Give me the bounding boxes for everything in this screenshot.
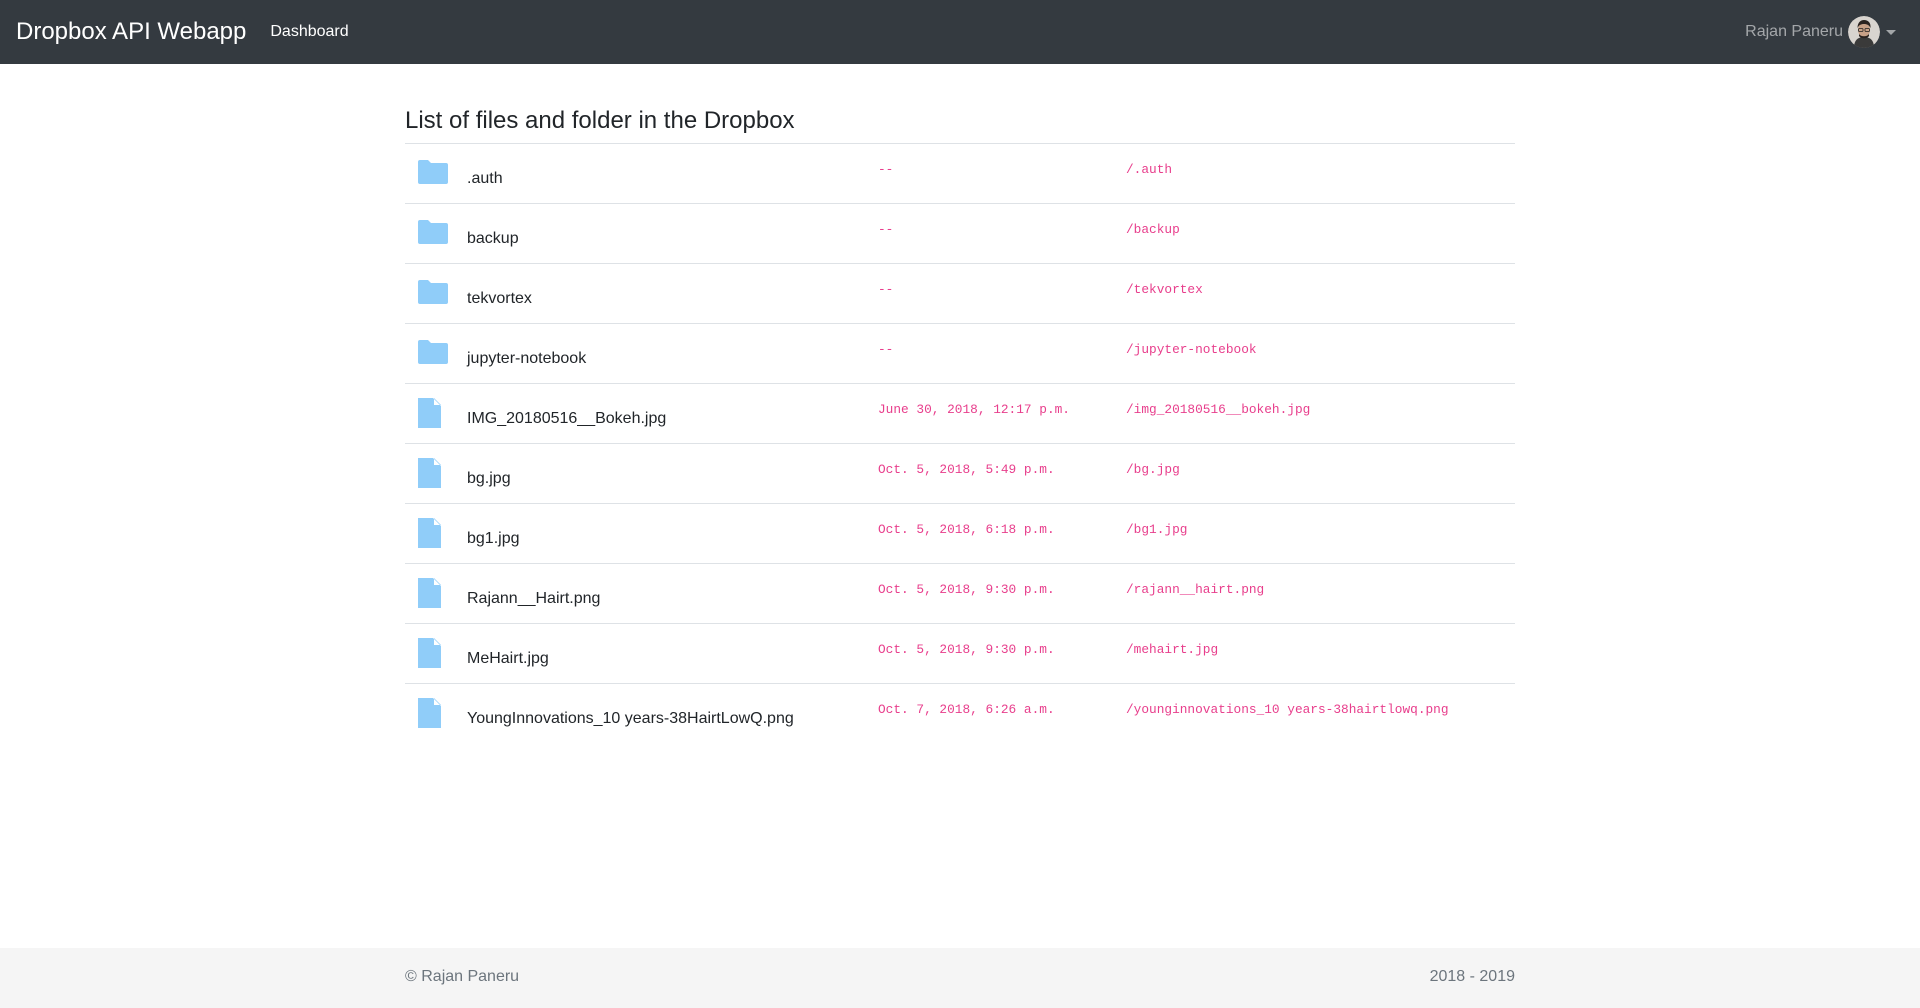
- file-path: /backup: [1126, 222, 1180, 237]
- file-path: /mehairt.jpg: [1126, 642, 1219, 657]
- table-row[interactable]: jupyter-notebook -- /jupyter-notebook: [405, 323, 1515, 384]
- file-path: /jupyter-notebook: [1126, 342, 1257, 357]
- folder-icon: [418, 340, 448, 364]
- file-modified-date: --: [878, 162, 894, 177]
- navbar: Dropbox API Webapp Dashboard Rajan Paner…: [0, 0, 1920, 64]
- file-modified-date: --: [878, 222, 894, 237]
- file-modified-date: Oct. 5, 2018, 9:30 p.m.: [878, 582, 1055, 597]
- avatar: [1848, 16, 1880, 48]
- file-icon: [418, 398, 441, 428]
- file-modified-date: --: [878, 342, 894, 357]
- main-content: List of files and folder in the Dropbox …: [405, 103, 1515, 744]
- file-modified-date: Oct. 7, 2018, 6:26 a.m.: [878, 702, 1055, 717]
- file-path: /img_20180516__bokeh.jpg: [1126, 402, 1311, 417]
- file-path: /rajann__hairt.png: [1126, 582, 1265, 597]
- file-name-cell: MeHairt.jpg: [405, 624, 878, 684]
- file-icon: [418, 518, 441, 548]
- file-name-cell: jupyter-notebook: [405, 324, 878, 384]
- file-name-cell: IMG_20180516__Bokeh.jpg: [405, 384, 878, 444]
- file-icon: [418, 638, 441, 668]
- table-row[interactable]: backup -- /backup: [405, 203, 1515, 264]
- file-name-label[interactable]: bg.jpg: [467, 470, 511, 488]
- file-path: /younginnovations_10 years-38hairtlowq.p…: [1126, 702, 1449, 717]
- file-path: /bg.jpg: [1126, 462, 1180, 477]
- file-table: .auth -- /.auth backup -- /backup tekvortex -- /…: [405, 143, 1515, 744]
- file-name-cell: Rajann__Hairt.png: [405, 564, 878, 624]
- file-modified-date: Oct. 5, 2018, 9:30 p.m.: [878, 642, 1055, 657]
- footer-copyright: © Rajan Paneru: [405, 968, 520, 985]
- file-name-cell: .auth: [405, 144, 878, 204]
- file-modified-date: Oct. 5, 2018, 5:49 p.m.: [878, 462, 1055, 477]
- folder-icon: [418, 160, 448, 184]
- file-name-label[interactable]: backup: [467, 230, 519, 248]
- file-table-body: .auth -- /.auth backup -- /backup tekvortex -- /…: [405, 143, 1515, 744]
- file-modified-date: Oct. 5, 2018, 6:18 p.m.: [878, 522, 1055, 537]
- file-name-label[interactable]: bg1.jpg: [467, 530, 520, 548]
- file-name-cell: tekvortex: [405, 264, 878, 324]
- file-modified-date: --: [878, 282, 894, 297]
- table-row[interactable]: .auth -- /.auth: [405, 143, 1515, 204]
- file-icon: [418, 458, 441, 488]
- file-name-cell: YoungInnovations_10 years-38HairtLowQ.pn…: [405, 684, 878, 744]
- file-name-label[interactable]: IMG_20180516__Bokeh.jpg: [467, 410, 666, 428]
- file-icon: [418, 698, 441, 728]
- file-name-cell: backup: [405, 204, 878, 264]
- table-row[interactable]: tekvortex -- /tekvortex: [405, 263, 1515, 324]
- footer: © Rajan Paneru 2018 - 2019: [0, 948, 1920, 1008]
- file-modified-date: June 30, 2018, 12:17 p.m.: [878, 402, 1070, 417]
- footer-years: 2018 - 2019: [1429, 968, 1515, 985]
- table-row[interactable]: YoungInnovations_10 years-38HairtLowQ.pn…: [405, 683, 1515, 744]
- file-path: /tekvortex: [1126, 282, 1203, 297]
- nav-dashboard-link[interactable]: Dashboard: [270, 23, 348, 41]
- table-row[interactable]: bg1.jpg Oct. 5, 2018, 6:18 p.m. /bg1.jpg: [405, 503, 1515, 564]
- file-path: /.auth: [1126, 162, 1173, 177]
- file-name-label[interactable]: MeHairt.jpg: [467, 650, 549, 668]
- brand-link[interactable]: Dropbox API Webapp: [16, 18, 246, 46]
- user-menu-dropdown[interactable]: Rajan Paneru: [1745, 0, 1896, 64]
- page-title: List of files and folder in the Dropbox: [405, 107, 795, 134]
- file-name-label[interactable]: .auth: [467, 170, 503, 188]
- file-name-label[interactable]: tekvortex: [467, 290, 532, 308]
- file-name-cell: bg.jpg: [405, 444, 878, 504]
- table-row[interactable]: IMG_20180516__Bokeh.jpg June 30, 2018, 12…: [405, 383, 1515, 444]
- user-name: Rajan Paneru: [1745, 23, 1843, 40]
- file-icon: [418, 578, 441, 608]
- file-name-label[interactable]: jupyter-notebook: [467, 350, 586, 368]
- file-name-label[interactable]: Rajann__Hairt.png: [467, 590, 600, 608]
- folder-icon: [418, 280, 448, 304]
- table-row[interactable]: bg.jpg Oct. 5, 2018, 5:49 p.m. /bg.jpg: [405, 443, 1515, 504]
- file-name-label[interactable]: YoungInnovations_10 years-38HairtLowQ.pn…: [467, 710, 794, 728]
- table-row[interactable]: Rajann__Hairt.png Oct. 5, 2018, 9:30 p.m.…: [405, 563, 1515, 624]
- chevron-down-icon: [1886, 29, 1896, 35]
- file-name-cell: bg1.jpg: [405, 504, 878, 564]
- table-row[interactable]: MeHairt.jpg Oct. 5, 2018, 9:30 p.m. /mehai…: [405, 623, 1515, 684]
- folder-icon: [418, 220, 448, 244]
- file-path: /bg1.jpg: [1126, 522, 1188, 537]
